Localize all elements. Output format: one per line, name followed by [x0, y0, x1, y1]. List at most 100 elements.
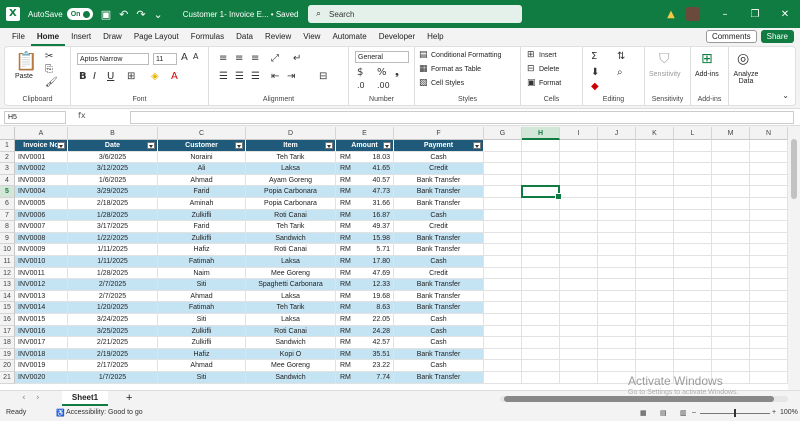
empty-cell[interactable]: [674, 174, 712, 187]
empty-cell[interactable]: [674, 209, 712, 222]
empty-cell[interactable]: [712, 279, 750, 291]
cell-payment[interactable]: Credit: [394, 221, 484, 233]
sensitivity-icon[interactable]: ⛉: [659, 51, 670, 67]
empty-cell[interactable]: [560, 174, 598, 187]
cell-payment[interactable]: Bank Transfer: [394, 198, 484, 210]
cell-amount[interactable]: RM 7.74: [336, 372, 394, 384]
empty-cell[interactable]: [674, 279, 712, 291]
autosum-icon[interactable]: Σ: [591, 51, 597, 62]
bold-icon[interactable]: B: [79, 71, 87, 82]
empty-cell[interactable]: [712, 198, 750, 210]
cell-payment[interactable]: Credit: [394, 163, 484, 175]
empty-cell[interactable]: [674, 186, 712, 198]
warning-icon[interactable]: ▲: [656, 9, 686, 20]
sort-filter-icon[interactable]: ⇅: [617, 51, 625, 62]
format-button[interactable]: Format: [539, 80, 561, 87]
empty-cell[interactable]: [636, 302, 674, 314]
empty-cell[interactable]: [712, 302, 750, 314]
table-header-date[interactable]: Date: [68, 140, 158, 152]
cell-amount[interactable]: RM 23.22: [336, 360, 394, 372]
column-header-d[interactable]: D: [246, 127, 336, 140]
empty-cell[interactable]: [712, 174, 750, 187]
increase-indent-icon[interactable]: ⇥: [287, 71, 295, 82]
empty-cell[interactable]: [484, 348, 522, 361]
empty-cell[interactable]: [522, 290, 560, 303]
empty-cell[interactable]: [598, 151, 636, 164]
cell-customer[interactable]: Ahmad: [158, 174, 246, 187]
cell-invoice-no[interactable]: INV0009: [15, 244, 68, 256]
empty-cell[interactable]: [522, 314, 560, 326]
empty-cell[interactable]: [560, 290, 598, 303]
fill-icon[interactable]: ⬇: [591, 67, 599, 78]
cell-customer[interactable]: Siti: [158, 314, 246, 326]
row-header-6[interactable]: 6: [0, 198, 15, 210]
empty-cell[interactable]: [560, 244, 598, 256]
cell-payment[interactable]: Cash: [394, 360, 484, 372]
format-as-table-button[interactable]: Format as Table: [431, 66, 481, 73]
empty-cell[interactable]: [522, 151, 560, 164]
empty-cell[interactable]: [560, 325, 598, 338]
empty-cell[interactable]: [712, 360, 750, 372]
empty-cell[interactable]: [598, 290, 636, 303]
cell-payment[interactable]: Credit: [394, 267, 484, 280]
cell-invoice-no[interactable]: INV0011: [15, 267, 68, 280]
empty-cell[interactable]: [484, 267, 522, 280]
normal-view-icon[interactable]: ▦: [640, 409, 647, 417]
cell-amount[interactable]: RM 40.57: [336, 174, 394, 187]
underline-icon[interactable]: U: [107, 71, 114, 82]
empty-cell[interactable]: [636, 209, 674, 222]
empty-cell[interactable]: [636, 360, 674, 372]
cell-customer[interactable]: Zulkifli: [158, 232, 246, 245]
empty-cell[interactable]: [636, 174, 674, 187]
empty-cell[interactable]: [598, 232, 636, 245]
decrease-indent-icon[interactable]: ⇤: [271, 71, 279, 82]
cell-item[interactable]: Roti Canai: [246, 244, 336, 256]
empty-cell[interactable]: [750, 232, 788, 245]
tab-home[interactable]: Home: [30, 28, 66, 46]
conditional-formatting-button[interactable]: Conditional Formatting: [431, 52, 501, 59]
empty-cell[interactable]: [750, 244, 788, 256]
cell-item[interactable]: Laksa: [246, 163, 336, 175]
empty-cell[interactable]: [636, 279, 674, 291]
cell-payment[interactable]: Bank Transfer: [394, 232, 484, 245]
cell-invoice-no[interactable]: INV0005: [15, 198, 68, 210]
cell-item[interactable]: Mee Goreng: [246, 267, 336, 280]
cell-customer[interactable]: Siti: [158, 372, 246, 384]
copy-icon[interactable]: ⎘: [45, 64, 53, 75]
restore-icon[interactable]: ❐: [740, 9, 770, 20]
empty-cell[interactable]: [674, 302, 712, 314]
empty-cell[interactable]: [560, 256, 598, 268]
row-header-1[interactable]: 1: [0, 140, 15, 152]
row-header-15[interactable]: 15: [0, 302, 15, 314]
empty-cell[interactable]: [484, 232, 522, 245]
empty-cell[interactable]: [484, 163, 522, 175]
row-header-11[interactable]: 11: [0, 256, 15, 268]
align-top-icon[interactable]: ≡: [219, 53, 227, 64]
cell-item[interactable]: Kopi O: [246, 348, 336, 361]
column-header-n[interactable]: N: [750, 127, 788, 140]
cell-customer[interactable]: Zulkifli: [158, 209, 246, 222]
cell-date[interactable]: 2/17/2025: [68, 360, 158, 372]
empty-cell[interactable]: [560, 279, 598, 291]
cell-customer[interactable]: Farid: [158, 221, 246, 233]
empty-cell[interactable]: [750, 325, 788, 338]
empty-cell[interactable]: [636, 337, 674, 349]
align-middle-icon[interactable]: ≡: [235, 53, 243, 64]
find-select-icon[interactable]: ⌕: [617, 67, 623, 78]
cell-customer[interactable]: Ali: [158, 163, 246, 175]
empty-cell[interactable]: [750, 221, 788, 233]
empty-cell[interactable]: [712, 140, 750, 152]
empty-cell[interactable]: [712, 209, 750, 222]
empty-cell[interactable]: [484, 360, 522, 372]
cell-date[interactable]: 3/12/2025: [68, 163, 158, 175]
vertical-scrollbar[interactable]: [788, 127, 800, 390]
cell-item[interactable]: Sandwich: [246, 337, 336, 349]
cell-item[interactable]: Ayam Goreng: [246, 174, 336, 187]
sheet-tab[interactable]: Sheet1: [62, 391, 108, 406]
insert-button[interactable]: Insert: [539, 52, 557, 59]
empty-cell[interactable]: [598, 256, 636, 268]
cell-customer[interactable]: Zulkifli: [158, 337, 246, 349]
table-header-invoice-no[interactable]: Invoice No: [15, 140, 68, 152]
cell-amount[interactable]: RM 49.37: [336, 221, 394, 233]
cell-invoice-no[interactable]: INV0015: [15, 314, 68, 326]
